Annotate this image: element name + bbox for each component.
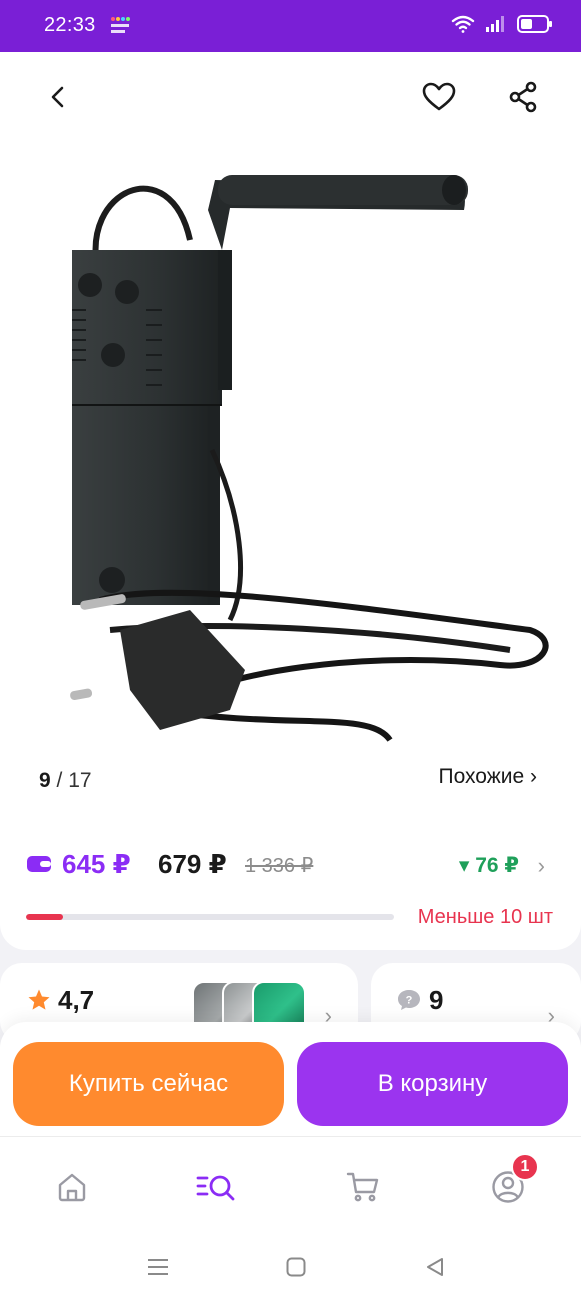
- cashback-amount[interactable]: ▾ 76 ₽: [459, 853, 519, 878]
- app-notification-icon: [110, 15, 130, 37]
- recents-button[interactable]: [143, 1252, 173, 1282]
- similar-link[interactable]: Похожие ›: [438, 765, 537, 789]
- gallery-counter: 9 / 17: [39, 769, 92, 793]
- card-price: 645 ₽: [62, 849, 131, 879]
- old-price: 1 336 ₽: [245, 855, 314, 877]
- buy-now-button[interactable]: Купить сейчас: [13, 1042, 284, 1126]
- gallery-current: 9: [39, 769, 51, 792]
- share-button[interactable]: [501, 75, 545, 119]
- wifi-icon: [451, 14, 475, 39]
- svg-text:?: ?: [406, 995, 413, 1007]
- price-card: 645 ₽ 679 ₽ 1 336 ₽ ▾ 76 ₽ › Меньше 10 ш…: [0, 818, 581, 950]
- rating-value: 4,7: [58, 985, 95, 1015]
- nav-catalog[interactable]: [195, 1165, 239, 1209]
- back-system-button[interactable]: [420, 1252, 450, 1282]
- add-to-cart-button[interactable]: В корзину: [297, 1042, 568, 1126]
- status-bar: 22:33: [0, 0, 581, 52]
- stock-progress-fill: [26, 914, 63, 920]
- wallet-icon: [26, 854, 52, 879]
- star-icon: [27, 988, 51, 1017]
- status-time: 22:33: [44, 14, 96, 36]
- stock-progress: [26, 914, 394, 920]
- heart-icon: [422, 82, 456, 111]
- product-image[interactable]: [40, 150, 560, 750]
- signal-icon: [485, 15, 507, 38]
- cart-icon: [346, 1172, 379, 1202]
- share-icon: [509, 81, 537, 113]
- back-button[interactable]: [36, 75, 80, 119]
- gallery-total: 17: [68, 769, 92, 792]
- favorite-button[interactable]: [417, 75, 461, 119]
- bottom-nav: [0, 1136, 581, 1236]
- action-bar: Купить сейчас В корзину: [0, 1022, 581, 1136]
- profile-notification-badge: 1: [511, 1153, 539, 1181]
- catalog-search-icon: [196, 1175, 235, 1201]
- nav-home[interactable]: [50, 1165, 94, 1209]
- home-system-button[interactable]: [281, 1252, 311, 1282]
- product-gallery: 9 / 17 Похожие ›: [0, 52, 581, 832]
- battery-icon: [517, 15, 553, 38]
- chevron-right-icon[interactable]: ›: [538, 853, 545, 879]
- questions-count: 9: [429, 985, 444, 1015]
- stock-status: Меньше 10 шт: [417, 906, 553, 928]
- question-bubble-icon: ?: [396, 988, 422, 1017]
- square-icon: [286, 1257, 306, 1277]
- current-price: 679 ₽: [158, 849, 227, 879]
- menu-icon: [148, 1259, 168, 1275]
- chevron-left-icon: [51, 86, 64, 108]
- gallery-separator: /: [56, 769, 63, 792]
- triangle-back-icon: [427, 1258, 443, 1276]
- system-navigation-bar: [0, 1236, 581, 1300]
- home-icon: [58, 1173, 86, 1202]
- nav-cart[interactable]: [341, 1165, 385, 1209]
